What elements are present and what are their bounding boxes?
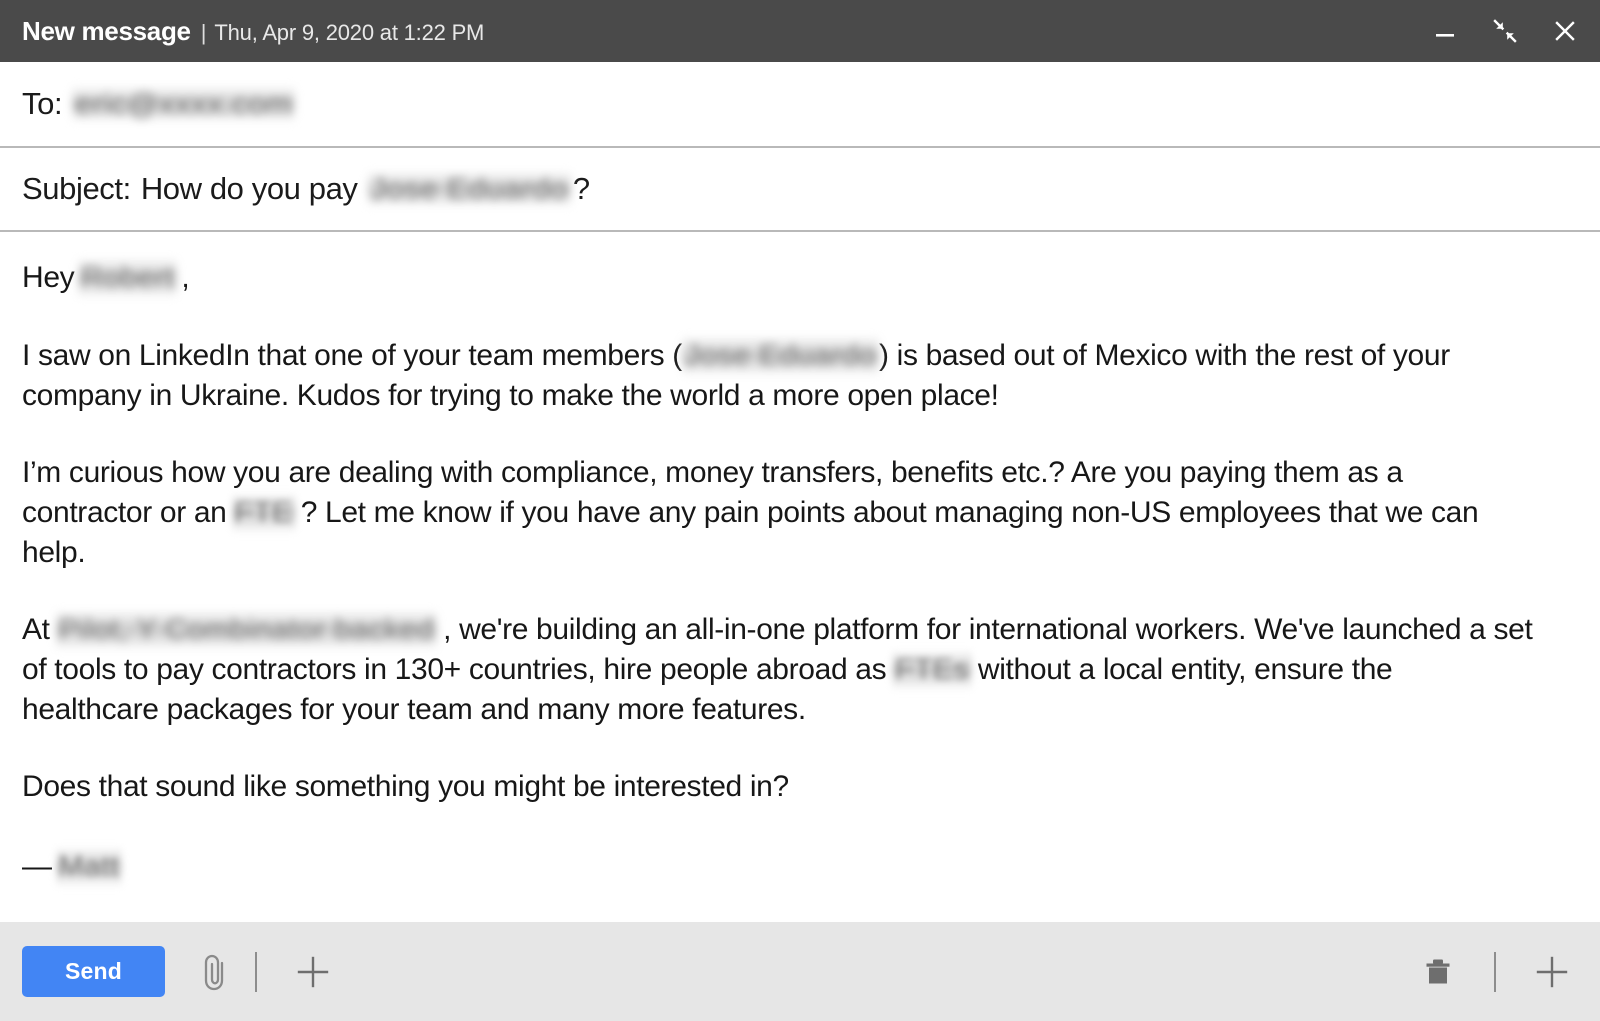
window-title: New message xyxy=(22,15,191,46)
greeting-prefix: Hey xyxy=(22,261,75,294)
collapse-icon xyxy=(1491,17,1519,45)
restore-button[interactable] xyxy=(1488,14,1522,48)
body-paragraph-4: Does that sound like something you might… xyxy=(22,770,789,803)
body-paragraph-3: At Pilot, Y Combinator backed, we're buil… xyxy=(22,610,1534,730)
window-controls xyxy=(1428,0,1582,62)
compose-toolbar: Send xyxy=(0,922,1600,1021)
p3-text-a: At xyxy=(22,613,50,646)
title-separator: | xyxy=(200,19,207,45)
toolbar-divider-left xyxy=(255,951,257,992)
to-label: To: xyxy=(22,86,63,121)
minimize-icon xyxy=(1431,17,1459,45)
p1-redacted-name: Jose Eduardo xyxy=(681,336,879,376)
add-option-button-right[interactable] xyxy=(1526,946,1578,998)
trash-icon xyxy=(1421,953,1455,991)
paperclip-icon xyxy=(198,952,232,992)
signature-redacted-name: Matt xyxy=(55,847,123,887)
subject-text-before: How do you pay xyxy=(140,171,358,206)
body-paragraph-1: I saw on LinkedIn that one of your team … xyxy=(22,336,1534,416)
plus-icon xyxy=(1533,953,1571,991)
p1-text-a: I saw on LinkedIn that one of your team … xyxy=(22,339,682,372)
message-timestamp: Thu, Apr 9, 2020 at 1:22 PM xyxy=(214,19,485,45)
to-recipient-value[interactable]: eric@xxxx.com xyxy=(72,86,296,122)
p2-redacted-term: FTE xyxy=(231,493,296,533)
plus-icon xyxy=(294,953,332,991)
greeting-suffix: , xyxy=(181,261,190,294)
body-paragraph-2: I’m curious how you are dealing with com… xyxy=(22,453,1534,573)
toolbar-right-group xyxy=(1412,946,1578,998)
toolbar-left-group: Send xyxy=(22,946,339,998)
subject-field-row[interactable]: Subject: How do you pay Jose Eduardo ? xyxy=(0,148,1600,232)
close-button[interactable] xyxy=(1548,14,1582,48)
p3-redacted-company: Pilot, Y Combinator backed xyxy=(55,610,438,650)
attach-file-button[interactable] xyxy=(189,946,241,998)
send-button[interactable]: Send xyxy=(22,946,165,997)
toolbar-divider-right xyxy=(1494,951,1496,992)
body-signature: — Matt xyxy=(22,847,1578,887)
window-titlebar: New message | Thu, Apr 9, 2020 at 1:22 P… xyxy=(0,0,1600,62)
add-option-button-left[interactable] xyxy=(287,946,339,998)
new-message-window: New message | Thu, Apr 9, 2020 at 1:22 P… xyxy=(0,0,1600,1021)
message-body[interactable]: Hey Robert, I saw on LinkedIn that one of… xyxy=(0,232,1600,922)
minimize-button[interactable] xyxy=(1428,14,1462,48)
p3-redacted-term: FTEs xyxy=(892,650,972,690)
body-greeting: Hey Robert, xyxy=(22,258,1534,298)
greeting-redacted-name: Robert xyxy=(78,258,178,298)
to-field-row[interactable]: To: eric@xxxx.com xyxy=(0,62,1600,148)
delete-draft-button[interactable] xyxy=(1412,946,1464,998)
close-icon xyxy=(1551,17,1579,45)
subject-text-after: ? xyxy=(572,171,590,206)
subject-redacted-name[interactable]: Jose Eduardo xyxy=(367,171,571,207)
subject-label: Subject: xyxy=(22,171,131,206)
signature-dash: — xyxy=(22,850,52,883)
titlebar-text-group: New message | Thu, Apr 9, 2020 at 1:22 P… xyxy=(0,16,484,47)
